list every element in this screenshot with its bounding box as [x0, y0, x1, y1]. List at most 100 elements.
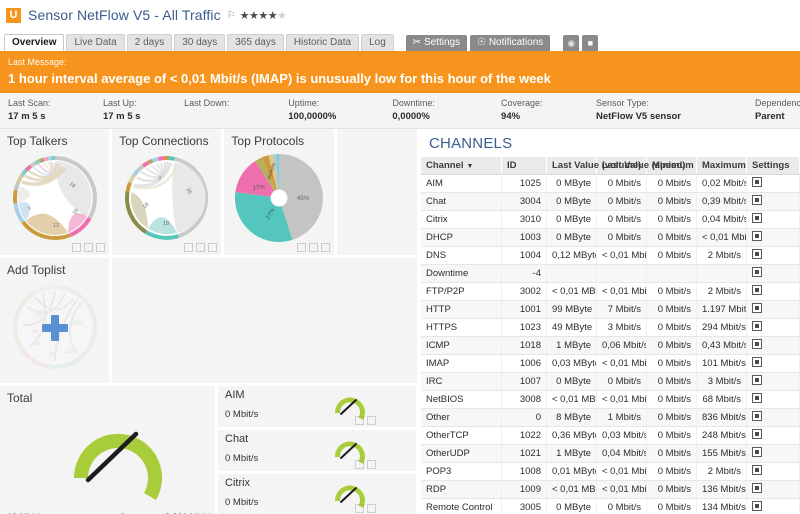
settings-icon[interactable] — [367, 416, 376, 425]
table-row[interactable]: Chat 3004 0 MByte 0 Mbit/s 0 Mbit/s 0,39 Mbit… — [421, 192, 800, 211]
channel-settings-icon[interactable] — [752, 213, 762, 223]
star-4[interactable]: ★ — [268, 10, 278, 22]
cell-settings[interactable] — [746, 480, 800, 499]
cell-settings[interactable] — [746, 228, 800, 247]
channel-settings-icon[interactable] — [752, 501, 762, 511]
tab-live-data[interactable]: Live Data — [66, 34, 125, 51]
cell-settings[interactable] — [746, 408, 800, 427]
cell-channel[interactable]: IMAP — [421, 354, 502, 373]
settings-icon[interactable] — [208, 243, 218, 252]
table-row[interactable]: DNS10040,12 MByte< 0,01 Mbit/s0 Mbit/s2 … — [421, 246, 800, 265]
channel-settings-icon[interactable] — [752, 267, 762, 277]
channel-settings-icon[interactable] — [752, 375, 762, 385]
channel-settings-icon[interactable] — [752, 321, 762, 331]
tab-365-days[interactable]: 365 days — [227, 34, 284, 51]
star-5[interactable]: ★ — [277, 10, 287, 22]
cell-channel[interactable]: AIM — [421, 174, 502, 193]
table-row[interactable]: HTTP 1001 99 MByte 7 Mbit/s 0 Mbit/s 1.197 Mb… — [421, 300, 800, 319]
cell-settings[interactable] — [746, 498, 800, 514]
refresh-icon[interactable] — [184, 243, 194, 252]
refresh-icon[interactable] — [296, 243, 306, 252]
table-row[interactable]: Downtime -4 — [421, 264, 800, 283]
gauge-chat-icons[interactable] — [355, 460, 376, 469]
table-row[interactable]: IRC 1007 0 MByte 0 Mbit/s 0 Mbit/s 3 Mbit/s — [421, 372, 800, 391]
cell-settings[interactable] — [746, 318, 800, 337]
cell-settings[interactable] — [746, 174, 800, 193]
settings-icon[interactable] — [367, 460, 376, 469]
cell-settings[interactable] — [746, 210, 800, 229]
table-row[interactable]: OtherUDP 1021 1 MByte 0,04 Mbit/s 0 Mbit/s 15… — [421, 444, 800, 463]
channel-settings-icon[interactable] — [752, 465, 762, 475]
cell-channel[interactable]: Downtime — [421, 264, 502, 283]
channel-settings-icon[interactable] — [752, 249, 762, 259]
refresh-icon[interactable] — [72, 243, 82, 252]
tab-historic-data[interactable]: Historic Data — [285, 34, 360, 51]
column-header-channel[interactable]: Channel ▼ — [421, 157, 502, 175]
table-row[interactable]: Other 0 8 MByte 1 Mbit/s 0 Mbit/s 836 Mbit/s — [421, 408, 800, 427]
cell-settings[interactable] — [746, 336, 800, 355]
cell-channel[interactable]: FTP/P2P — [421, 282, 502, 301]
table-row[interactable]: DHCP 1003 0 MByte 0 Mbit/s 0 Mbit/s < 0,01 Mb… — [421, 228, 800, 247]
cell-settings[interactable] — [746, 444, 800, 463]
channel-settings-icon[interactable] — [752, 339, 762, 349]
cell-channel[interactable]: HTTPS — [421, 318, 502, 337]
cell-channel[interactable]: Remote Control — [421, 498, 502, 514]
cell-settings[interactable] — [746, 372, 800, 391]
notifications-button[interactable]: ☉ Notifications — [470, 35, 551, 51]
channel-settings-icon[interactable] — [752, 411, 762, 421]
cell-settings[interactable] — [746, 300, 800, 319]
table-row[interactable]: FTP/P2P3002< 0,01 MByte< 0,01 Mbit/s0 Mb… — [421, 282, 800, 301]
widget-gauge-aim[interactable]: AIM 0 Mbit/s — [218, 386, 416, 427]
settings-icon[interactable] — [96, 243, 106, 252]
column-header-minimum[interactable]: Minimum — [646, 157, 697, 175]
top-protocols-widget-icons[interactable] — [296, 243, 330, 252]
widget-add-toplist[interactable]: Add Toplist 22% 9% 5% 6% 3% 16% — [0, 258, 110, 383]
star-3[interactable]: ★ — [258, 10, 268, 22]
column-header-maximum[interactable]: Maximum — [696, 157, 747, 175]
tab-log[interactable]: Log — [361, 34, 394, 51]
cell-settings[interactable] — [746, 426, 800, 445]
priority-stars[interactable]: ★★★★★ — [240, 9, 287, 22]
column-header-last-value-speed[interactable]: Last Value (speed) — [596, 157, 685, 175]
cell-channel[interactable]: Chat — [421, 192, 502, 211]
cell-channel[interactable]: Other — [421, 408, 502, 427]
cell-settings[interactable] — [746, 192, 800, 211]
widget-gauge-chat[interactable]: Chat 0 Mbit/s — [218, 430, 416, 471]
channel-settings-icon[interactable] — [752, 303, 762, 313]
cell-channel[interactable]: HTTP — [421, 300, 502, 319]
widget-top-connections[interactable]: Top Connections 36 18 18 9 — [112, 129, 222, 255]
gauge-aim-icons[interactable] — [355, 416, 376, 425]
channel-settings-icon[interactable] — [752, 177, 762, 187]
settings-icon[interactable] — [367, 504, 376, 513]
table-row[interactable]: IMAP10060,03 MByte< 0,01 Mbit/s0 Mbit/s1… — [421, 354, 800, 373]
plus-icon[interactable] — [41, 315, 68, 341]
top-talkers-chart[interactable]: 18 16 13 8 — [0, 148, 109, 248]
settings-icon[interactable] — [320, 243, 330, 252]
tab-2-days[interactable]: 2 days — [126, 34, 173, 51]
cell-channel[interactable]: ICMP — [421, 336, 502, 355]
widget-total-gauge[interactable]: Total 12 Mbit/s 0 3.361 Mbit/s — [0, 386, 215, 514]
cell-settings[interactable] — [746, 264, 800, 283]
channel-settings-icon[interactable] — [752, 447, 762, 457]
delete-icon[interactable] — [355, 504, 364, 513]
widget-gauge-citrix[interactable]: Citrix 0 Mbit/s — [218, 474, 416, 514]
channel-settings-icon[interactable] — [752, 483, 762, 493]
cell-settings[interactable] — [746, 390, 800, 409]
channel-settings-icon[interactable] — [752, 231, 762, 241]
cell-settings[interactable] — [746, 462, 800, 481]
table-row[interactable]: AIM 1025 0 MByte 0 Mbit/s 0 Mbit/s 0,02 Mbit/… — [421, 174, 800, 193]
cell-channel[interactable]: OtherUDP — [421, 444, 502, 463]
column-header-last-value-volume[interactable]: Last Value (volume) — [546, 157, 641, 175]
cell-channel[interactable]: DHCP — [421, 228, 502, 247]
table-row[interactable]: Citrix 3010 0 MByte 0 Mbit/s 0 Mbit/s 0,04 Mb… — [421, 210, 800, 229]
channel-settings-icon[interactable] — [752, 195, 762, 205]
table-row[interactable]: POP310080,01 MByte< 0,01 Mbit/s0 Mbit/s2… — [421, 462, 800, 481]
delete-icon[interactable] — [196, 243, 206, 252]
channel-settings-icon[interactable] — [752, 357, 762, 367]
cell-channel[interactable]: POP3 — [421, 462, 502, 481]
tab-overview[interactable]: Overview — [4, 34, 65, 51]
top-connections-chart[interactable]: 36 18 18 9 — [112, 148, 221, 248]
delete-icon[interactable] — [355, 460, 364, 469]
widget-top-talkers[interactable]: Top Talkers 18 16 13 8 — [0, 129, 110, 255]
table-row[interactable]: HTTPS 1023 49 MByte 3 Mbit/s 0 Mbit/s 294 Mbi… — [421, 318, 800, 337]
